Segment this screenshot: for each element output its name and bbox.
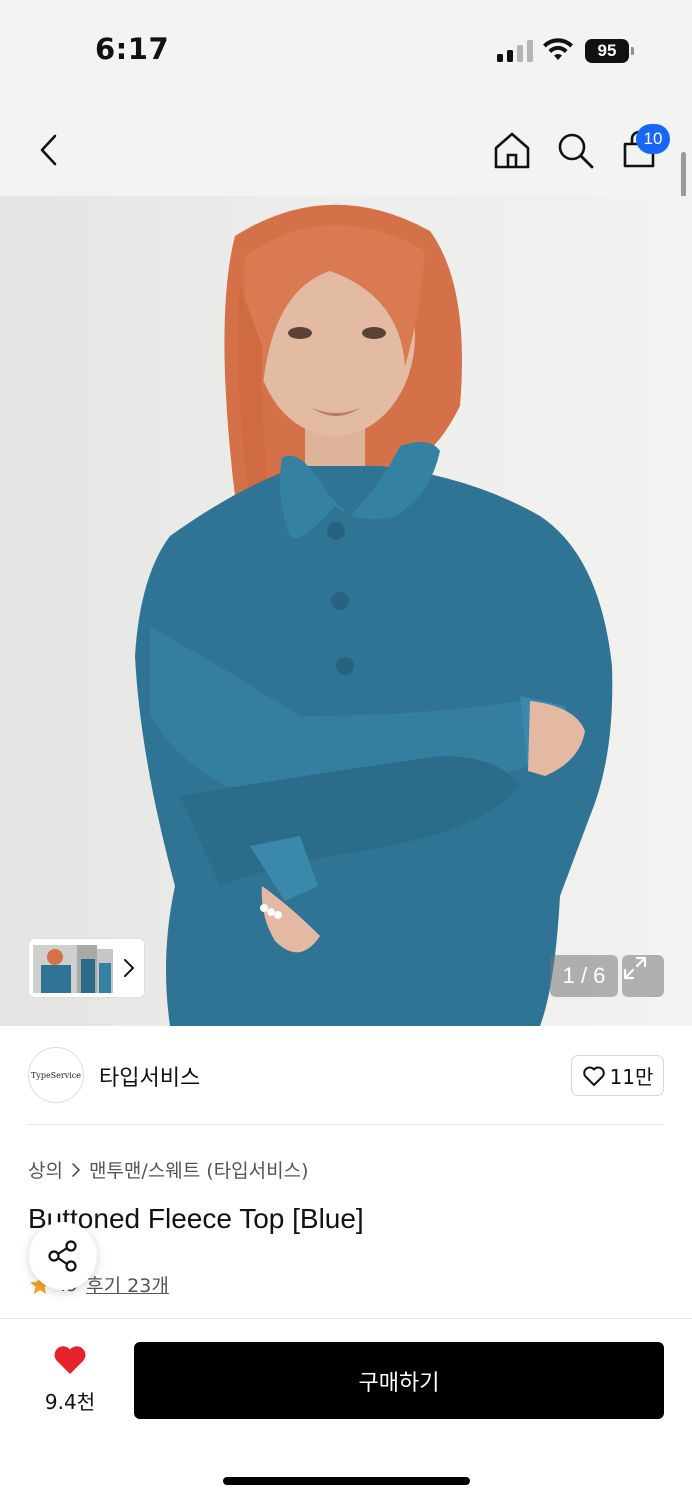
search-button[interactable] — [553, 128, 597, 172]
expand-image-button[interactable] — [622, 955, 664, 997]
reviews-link[interactable]: 후기 23개 — [86, 1271, 169, 1298]
brand-logo-text: TypeService — [30, 1070, 82, 1080]
top-nav-bar — [0, 100, 692, 196]
divider — [28, 1124, 664, 1125]
brand-like-count: 11만 — [609, 1065, 654, 1089]
home-button[interactable] — [490, 128, 534, 172]
cellular-signal-icon — [497, 40, 533, 62]
home-icon — [494, 132, 530, 169]
cart-count-badge: 10 — [636, 124, 670, 154]
brand-name[interactable]: 타입서비스 — [99, 1060, 200, 1092]
brand-logo[interactable]: TypeService — [28, 1047, 84, 1103]
image-thumbnail-strip[interactable] — [28, 938, 145, 998]
breadcrumb-item-subcategory[interactable]: 맨투맨/스웨트 (타입서비스) — [89, 1156, 309, 1183]
battery-nub — [631, 47, 634, 55]
image-page-counter: 1 / 6 — [550, 955, 618, 997]
back-icon — [40, 134, 57, 166]
heart-outline-icon — [582, 1066, 605, 1086]
product-photo — [135, 204, 613, 1026]
chevron-right-icon — [124, 959, 134, 977]
home-indicator[interactable] — [223, 1477, 470, 1485]
buy-button[interactable]: 구매하기 — [134, 1342, 664, 1419]
chevron-right-icon — [72, 1162, 80, 1177]
back-button[interactable] — [27, 128, 71, 172]
status-bar: 6:17 95 — [0, 0, 692, 100]
status-time: 6:17 — [95, 32, 170, 66]
wishlist-count: 9.4천 — [44, 1390, 96, 1414]
product-image-gallery[interactable]: 1 / 6 — [0, 196, 692, 1026]
battery-indicator: 95 — [585, 39, 629, 63]
heart-filled-icon — [54, 1346, 86, 1374]
search-icon — [558, 133, 594, 169]
wishlist-button[interactable]: 9.4천 — [36, 1344, 104, 1415]
breadcrumb: 상의 맨투맨/스웨트 (타입서비스) — [28, 1156, 309, 1183]
wifi-icon — [543, 38, 573, 60]
share-button[interactable] — [29, 1222, 97, 1290]
expand-icon — [623, 956, 647, 980]
thumbnail-image — [33, 945, 113, 993]
brand-like-button[interactable]: 11만 — [571, 1055, 664, 1096]
share-icon — [48, 1240, 77, 1272]
breadcrumb-item-category[interactable]: 상의 — [28, 1156, 63, 1183]
